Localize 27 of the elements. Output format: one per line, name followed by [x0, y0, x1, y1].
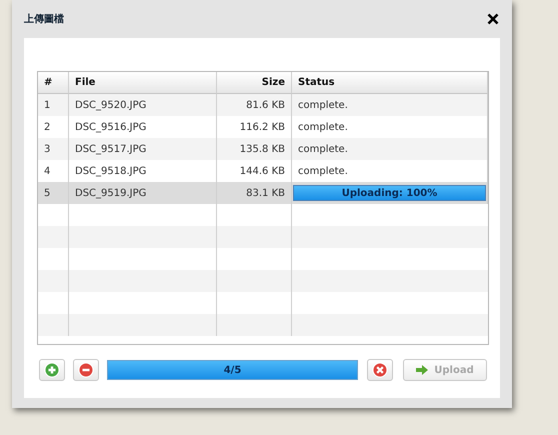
table-cell: DSC_9520.JPG [69, 94, 217, 116]
arrow-icon [416, 365, 428, 375]
remove-button[interactable] [73, 359, 99, 381]
table-cell: 83.1 KB [217, 182, 292, 204]
column-header: File [69, 72, 217, 94]
minus-icon [78, 362, 94, 378]
progress-text: Uploading: 100% [342, 188, 438, 198]
column-header: Status [292, 72, 488, 94]
table-cell: complete. [292, 94, 488, 116]
cancel-button[interactable] [367, 359, 393, 381]
column-header: Size [217, 72, 292, 94]
table-cell: 135.8 KB [217, 138, 292, 160]
column-header: # [38, 72, 69, 94]
plus-icon [44, 362, 60, 378]
close-button[interactable] [486, 12, 500, 26]
table-cell: 81.6 KB [217, 94, 292, 116]
table-cell: 5 [38, 182, 69, 204]
add-button[interactable] [39, 359, 65, 381]
table-cell: 1 [38, 94, 69, 116]
table-cell: complete. [292, 138, 488, 160]
close-icon [487, 13, 499, 25]
cancel-icon [372, 362, 388, 378]
progress-text: 4/5 [224, 364, 242, 376]
table-cell: DSC_9517.JPG [69, 138, 217, 160]
table-cell: 3 [38, 138, 69, 160]
dialog-title: 上傳圖檔 [24, 12, 64, 26]
table-cell: DSC_9519.JPG [69, 182, 217, 204]
